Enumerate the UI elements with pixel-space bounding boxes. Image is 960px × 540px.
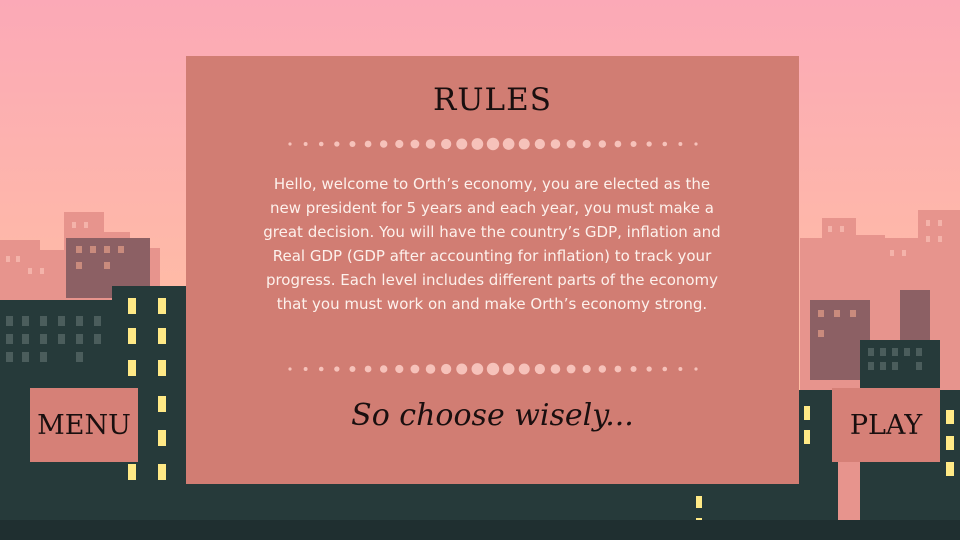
divider-dot [288, 142, 292, 146]
divider-dot [288, 367, 292, 371]
divider-dot [550, 364, 561, 374]
divider-dot [646, 141, 652, 147]
divider-dot [456, 138, 468, 150]
divider-dot [486, 137, 500, 151]
rules-title: RULES [433, 82, 552, 118]
divider-dot [349, 365, 356, 373]
divider-dot [630, 365, 637, 373]
divider-dot [502, 363, 515, 375]
divider-dot [614, 365, 622, 373]
divider-dot [486, 362, 500, 376]
divider-dot [410, 364, 420, 374]
rules-description: Hello, welcome to Orth’s economy, you ar… [263, 175, 721, 313]
play-button[interactable]: PLAY [832, 388, 940, 462]
divider-dot [502, 138, 515, 150]
divider-dot [364, 365, 372, 373]
divider-dot [456, 363, 468, 375]
divider-dot [395, 139, 404, 149]
divider-dot [318, 141, 324, 147]
divider-dot [425, 364, 436, 374]
divider-dot [646, 366, 652, 372]
divider-dot [582, 139, 591, 149]
divider-dot [694, 367, 698, 371]
divider-dot [566, 364, 576, 374]
divider-dot [349, 140, 356, 148]
divider-dot [630, 140, 637, 148]
divider-dot [550, 139, 561, 149]
divider-dot [694, 142, 698, 146]
divider-dot [471, 138, 484, 150]
bottom-dotted-divider [288, 362, 698, 376]
divider-dot [678, 367, 683, 371]
divider-dot [534, 363, 545, 375]
divider-dot [598, 140, 607, 148]
divider-dot [471, 363, 484, 375]
divider-dot [364, 140, 372, 148]
divider-dot [598, 365, 607, 373]
divider-dot [303, 142, 308, 146]
divider-dot [318, 366, 324, 372]
divider-dot [303, 367, 308, 371]
divider-dot [334, 366, 340, 372]
divider-dot [678, 142, 683, 146]
divider-dot [518, 138, 530, 150]
divider-dot [582, 364, 591, 374]
divider-dot [441, 138, 452, 150]
divider-dot [379, 140, 388, 148]
divider-dot [662, 366, 668, 372]
menu-button[interactable]: MENU [30, 388, 138, 462]
divider-dot [441, 363, 452, 375]
divider-dot [566, 139, 576, 149]
rules-tagline: So choose wisely... [351, 398, 634, 433]
top-dotted-divider [288, 137, 698, 151]
divider-dot [425, 139, 436, 149]
divider-dot [662, 141, 668, 147]
divider-dot [395, 364, 404, 374]
divider-dot [614, 140, 622, 148]
divider-dot [518, 363, 530, 375]
divider-dot [534, 138, 545, 150]
divider-dot [410, 139, 420, 149]
ground [0, 520, 960, 540]
divider-dot [334, 141, 340, 147]
divider-dot [379, 365, 388, 373]
